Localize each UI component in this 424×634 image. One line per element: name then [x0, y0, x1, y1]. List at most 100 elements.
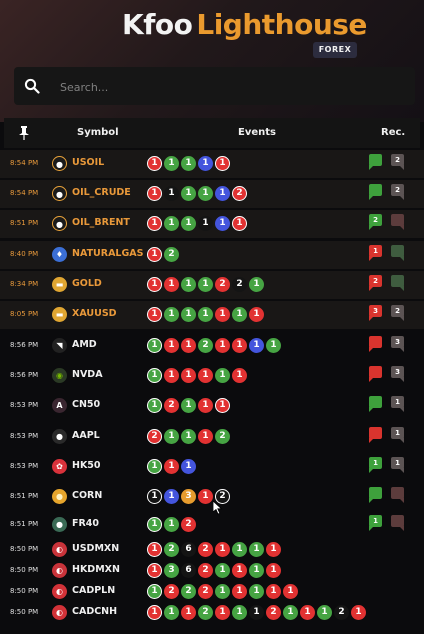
table-row[interactable]: 8:53 PM A CN50 1 2 1 1 1 1 [0, 392, 424, 420]
event-badge[interactable]: 2 [147, 429, 162, 444]
event-badge[interactable]: 1 [198, 429, 213, 444]
event-badge[interactable]: 1 [249, 563, 264, 578]
row-symbol[interactable]: CN50 [72, 399, 100, 410]
event-badge[interactable]: 1 [147, 489, 162, 504]
event-badge[interactable]: 1 [232, 368, 247, 383]
table-row[interactable]: 8:56 PM ◥ AMD 1 1 1 2 1 1 1 1 3 [0, 332, 424, 360]
event-badge[interactable]: 2 [198, 563, 213, 578]
table-row[interactable]: 8:51 PM ● FR40 1 1 2 1 [0, 514, 424, 536]
event-badge[interactable]: 1 [266, 542, 281, 557]
event-badge[interactable]: 1 [147, 517, 162, 532]
event-badge[interactable]: 1 [351, 605, 366, 620]
table-row[interactable]: 8:50 PM ◐ CADPLN 1 2 2 2 1 1 1 1 1 [0, 581, 424, 602]
row-symbol[interactable]: OIL_BRENT [72, 217, 130, 228]
event-badge[interactable]: 1 [215, 216, 230, 231]
event-badge[interactable]: 1 [181, 605, 196, 620]
rec-right-badge[interactable]: 3 [391, 336, 404, 352]
event-badge[interactable]: 1 [215, 307, 230, 322]
event-badge[interactable]: 2 [198, 605, 213, 620]
event-badge[interactable]: 1 [147, 277, 162, 292]
row-symbol[interactable]: NATURALGAS [72, 248, 143, 259]
event-badge[interactable]: 1 [215, 156, 230, 171]
event-badge[interactable]: 1 [181, 398, 196, 413]
event-badge[interactable]: 1 [266, 338, 281, 353]
row-symbol[interactable]: OIL_CRUDE [72, 187, 131, 198]
row-symbol[interactable]: CADPLN [72, 585, 115, 596]
event-badge[interactable]: 2 [266, 605, 281, 620]
event-badge[interactable]: 2 [232, 186, 247, 201]
event-badge[interactable]: 1 [232, 216, 247, 231]
event-badge[interactable]: 1 [181, 307, 196, 322]
event-badge[interactable]: 1 [198, 398, 213, 413]
rec-left-badge[interactable] [369, 427, 382, 443]
event-badge[interactable]: 1 [198, 216, 213, 231]
rec-left-badge[interactable]: 2 [369, 275, 382, 291]
rec-left-badge[interactable]: 1 [369, 245, 382, 261]
table-row[interactable]: 8:53 PM ● AAPL 2 1 1 1 2 1 [0, 423, 424, 451]
event-badge[interactable]: 1 [147, 307, 162, 322]
table-row[interactable]: 8:50 PM ◐ USDMXN 1 2 6 2 1 1 1 1 [0, 539, 424, 560]
rec-right-badge[interactable] [391, 515, 404, 531]
event-badge[interactable]: 1 [198, 368, 213, 383]
event-badge[interactable]: 1 [232, 307, 247, 322]
event-badge[interactable]: 1 [164, 429, 179, 444]
table-row[interactable]: 8:56 PM ◉ NVDA 1 1 1 1 1 1 3 [0, 362, 424, 390]
event-badge[interactable]: 1 [215, 542, 230, 557]
row-symbol[interactable]: AAPL [72, 430, 100, 441]
pin-icon[interactable] [18, 126, 30, 140]
search-bar[interactable] [14, 67, 415, 105]
event-badge[interactable]: 1 [164, 459, 179, 474]
row-symbol[interactable]: AMD [72, 339, 97, 350]
event-badge[interactable]: 1 [147, 398, 162, 413]
event-badge[interactable]: 1 [232, 338, 247, 353]
event-badge[interactable]: 2 [164, 247, 179, 262]
event-badge[interactable]: 1 [215, 584, 230, 599]
rec-left-badge[interactable] [369, 487, 382, 503]
event-badge[interactable]: 2 [198, 338, 213, 353]
rec-right-badge[interactable] [391, 487, 404, 503]
event-badge[interactable]: 1 [181, 429, 196, 444]
event-badge[interactable]: 2 [232, 277, 247, 292]
event-badge[interactable]: 1 [147, 247, 162, 262]
event-badge[interactable]: 1 [181, 216, 196, 231]
event-badge[interactable]: 1 [164, 489, 179, 504]
event-badge[interactable]: 1 [147, 563, 162, 578]
event-badge[interactable]: 1 [249, 542, 264, 557]
table-row[interactable]: 8:51 PM ● CORN 1 1 3 1 2 [0, 483, 424, 511]
event-badge[interactable]: 1 [164, 338, 179, 353]
event-badge[interactable]: 1 [181, 186, 196, 201]
table-row[interactable]: 8:50 PM ◐ HKDMXN 1 3 6 2 1 1 1 1 [0, 560, 424, 581]
event-badge[interactable]: 1 [266, 563, 281, 578]
rec-right-badge[interactable] [391, 245, 404, 261]
event-badge[interactable]: 1 [198, 186, 213, 201]
table-row[interactable]: 8:34 PM ▬ GOLD 1 1 1 1 2 2 1 2 [0, 271, 424, 299]
table-row[interactable]: 8:51 PM ● OIL_BRENT 1 1 1 1 1 1 2 [0, 210, 424, 238]
event-badge[interactable]: 2 [164, 584, 179, 599]
event-badge[interactable]: 3 [164, 563, 179, 578]
event-badge[interactable]: 1 [164, 307, 179, 322]
event-badge[interactable]: 2 [164, 398, 179, 413]
rec-right-badge[interactable]: 1 [391, 396, 404, 412]
event-badge[interactable]: 1 [198, 156, 213, 171]
rec-right-badge[interactable]: 2 [391, 305, 404, 321]
event-badge[interactable]: 1 [249, 605, 264, 620]
row-symbol[interactable]: HK50 [72, 460, 101, 471]
event-badge[interactable]: 1 [266, 584, 281, 599]
event-badge[interactable]: 1 [181, 338, 196, 353]
event-badge[interactable]: 1 [215, 605, 230, 620]
event-badge[interactable]: 1 [283, 584, 298, 599]
table-row[interactable]: 8:53 PM ✿ HK50 1 1 1 1 1 [0, 453, 424, 481]
event-badge[interactable]: 1 [164, 277, 179, 292]
event-badge[interactable]: 1 [232, 542, 247, 557]
event-badge[interactable]: 3 [181, 489, 196, 504]
row-symbol[interactable]: USDMXN [72, 543, 119, 554]
rec-left-badge[interactable]: 3 [369, 305, 382, 321]
event-badge[interactable]: 1 [147, 216, 162, 231]
event-badge[interactable]: 1 [164, 517, 179, 532]
event-badge[interactable]: 1 [215, 398, 230, 413]
row-symbol[interactable]: CORN [72, 490, 102, 501]
table-row[interactable]: 8:50 PM ◐ CADCNH 1 1 1 2 1 1 1 2 1 1 1 2 1 [0, 602, 424, 623]
rec-right-badge[interactable]: 1 [391, 427, 404, 443]
rec-left-badge[interactable] [369, 154, 382, 170]
event-badge[interactable]: 1 [249, 584, 264, 599]
